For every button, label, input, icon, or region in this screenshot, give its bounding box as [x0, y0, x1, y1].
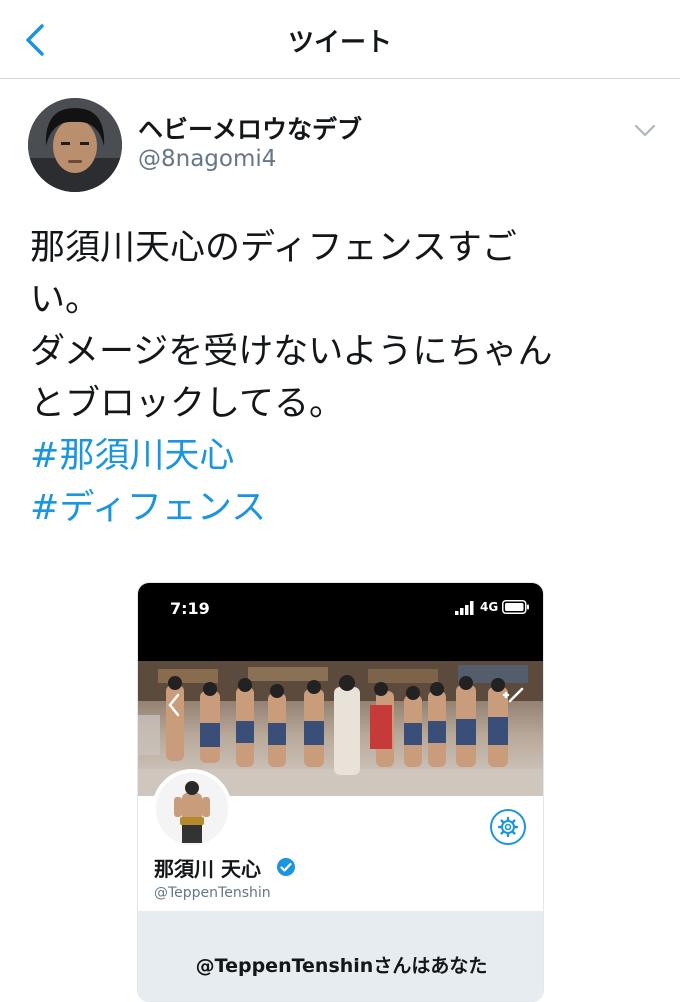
page-title: ツイート: [287, 28, 392, 58]
signal-icon: [455, 601, 474, 615]
embedded-profile-avatar: [152, 769, 232, 849]
nav-bar: ツイート: [0, 0, 680, 79]
tweet-options-button[interactable]: [632, 120, 658, 140]
embedded-network-label: 4G: [480, 600, 499, 614]
user-handle[interactable]: @8nagomi4: [138, 146, 276, 172]
tweet-text-line: 那須川天心のディフェンスすご: [30, 228, 517, 268]
gear-icon: [497, 816, 519, 838]
tweet-text-line: ダメージを受けないようにちゃん: [30, 332, 553, 372]
embedded-settings-button: [490, 809, 526, 845]
profile-photo: [156, 773, 228, 845]
hashtag-link[interactable]: #ディフェンス: [30, 482, 640, 534]
chevron-down-icon: [634, 124, 656, 137]
display-name[interactable]: ヘビーメロウなデブ: [138, 110, 362, 146]
avatar[interactable]: [28, 98, 122, 192]
hashtag-link[interactable]: #那須川天心: [30, 430, 640, 482]
embedded-profile-handle: @TeppenTenshin: [154, 885, 271, 901]
embedded-status-time: 7:19: [170, 599, 210, 618]
embedded-notice-text: @TeppenTenshinさんはあなた: [195, 955, 488, 977]
embedded-profile-name: 那須川 天心: [154, 857, 261, 881]
tweet-text-line: い。: [30, 280, 101, 320]
verified-badge-icon: [277, 858, 295, 876]
tweet-text-line: とブロックしてる。: [30, 384, 344, 424]
embedded-status-bar: 7:19 4G: [138, 583, 543, 661]
embedded-block-notice: @TeppenTenshinさんはあなた: [138, 911, 543, 1001]
tweet-text: 那須川天心のディフェンスすご い。 ダメージを受けないようにちゃん とブロックし…: [30, 222, 640, 534]
avatar-image: [28, 98, 122, 192]
tweet-header: ヘビーメロウなデブ @8nagomi4: [28, 98, 658, 194]
tweet-attached-image[interactable]: 7:19 4G 那須川 天心 @TeppenTenshin @TeppenTen…: [137, 582, 544, 1002]
battery-icon: [502, 600, 529, 614]
